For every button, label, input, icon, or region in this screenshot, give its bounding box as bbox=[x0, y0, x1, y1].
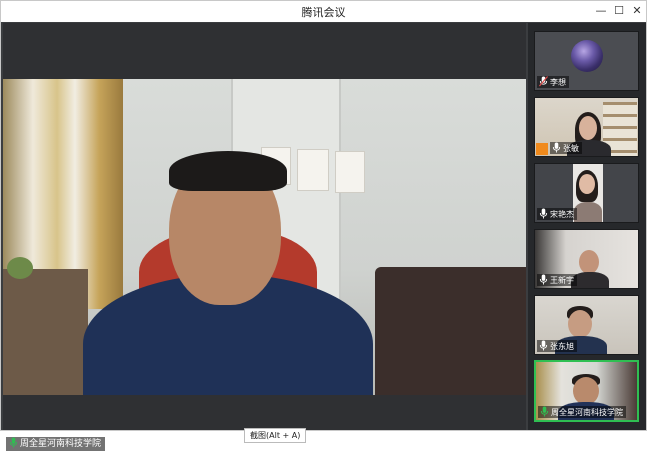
avatar bbox=[571, 40, 603, 72]
wall-notice-image bbox=[297, 149, 329, 191]
active-speaker-name: 周全星河南科技学院 bbox=[20, 439, 102, 449]
mic-on-icon bbox=[552, 142, 561, 153]
participant-name: 宋艳杰 bbox=[550, 210, 574, 219]
plant-image bbox=[7, 257, 33, 279]
main-video-feed bbox=[3, 79, 526, 395]
participant-name: 李想 bbox=[550, 78, 566, 87]
participant-tile[interactable]: 李想 bbox=[534, 31, 639, 91]
mic-on-icon bbox=[540, 406, 549, 417]
minimize-button[interactable]: — bbox=[593, 3, 609, 19]
maximize-button[interactable]: ☐ bbox=[611, 3, 627, 19]
speaker-hair-image bbox=[169, 151, 287, 191]
participant-tile[interactable]: 宋艳杰 bbox=[534, 163, 639, 223]
participant-label: 王新宇 bbox=[537, 274, 577, 286]
participant-name: 张敏 bbox=[563, 144, 579, 153]
mic-on-icon bbox=[9, 437, 18, 448]
participant-tile[interactable]: 张敏 bbox=[534, 97, 639, 157]
mic-on-icon bbox=[539, 208, 548, 219]
mic-muted-icon bbox=[539, 76, 548, 87]
meeting-window: 腾讯会议 — ☐ ✕ 截图(Alt + A) 周全星河南科技学院 李想 张敏 宋… bbox=[0, 0, 647, 451]
participant-name: 王新宇 bbox=[550, 276, 574, 285]
participant-tile[interactable]: 王新宇 bbox=[534, 229, 639, 289]
participant-face-image bbox=[579, 174, 595, 194]
participant-face-image bbox=[573, 377, 599, 405]
participant-face-image bbox=[568, 310, 592, 338]
window-title: 腾讯会议 bbox=[301, 6, 346, 19]
participant-tile-active[interactable]: 周全星河南科技学院 bbox=[534, 360, 639, 422]
user-avatar-icon bbox=[536, 143, 548, 155]
main-video-stage[interactable]: 截图(Alt + A) 周全星河南科技学院 bbox=[3, 23, 526, 451]
participant-tile[interactable]: 张东旭 bbox=[534, 295, 639, 355]
mic-on-icon bbox=[539, 274, 548, 285]
screenshot-tooltip: 截图(Alt + A) bbox=[244, 428, 307, 443]
participant-sidebar: 李想 张敏 宋艳杰 王新宇 张东旭 周全星河南科技学院 bbox=[528, 23, 646, 430]
participant-label: 张东旭 bbox=[537, 340, 577, 352]
wall-notice-image bbox=[335, 151, 365, 193]
participant-name: 张东旭 bbox=[550, 342, 574, 351]
participant-body-image bbox=[574, 202, 602, 222]
participant-face-image bbox=[579, 116, 597, 140]
participant-window-image bbox=[573, 164, 603, 222]
close-button[interactable]: ✕ bbox=[629, 3, 645, 19]
title-bar: 腾讯会议 — ☐ ✕ bbox=[1, 1, 646, 22]
sofa-image bbox=[375, 267, 526, 395]
participant-label: 宋艳杰 bbox=[537, 208, 577, 220]
participant-face-image bbox=[579, 250, 599, 274]
shelf-image bbox=[3, 269, 88, 395]
active-speaker-label: 周全星河南科技学院 bbox=[6, 437, 106, 451]
participant-name: 周全星河南科技学院 bbox=[551, 408, 623, 417]
participant-label: 李想 bbox=[537, 76, 569, 88]
participant-label: 张敏 bbox=[550, 142, 582, 154]
mic-on-icon bbox=[539, 340, 548, 351]
participant-label: 周全星河南科技学院 bbox=[538, 406, 626, 418]
